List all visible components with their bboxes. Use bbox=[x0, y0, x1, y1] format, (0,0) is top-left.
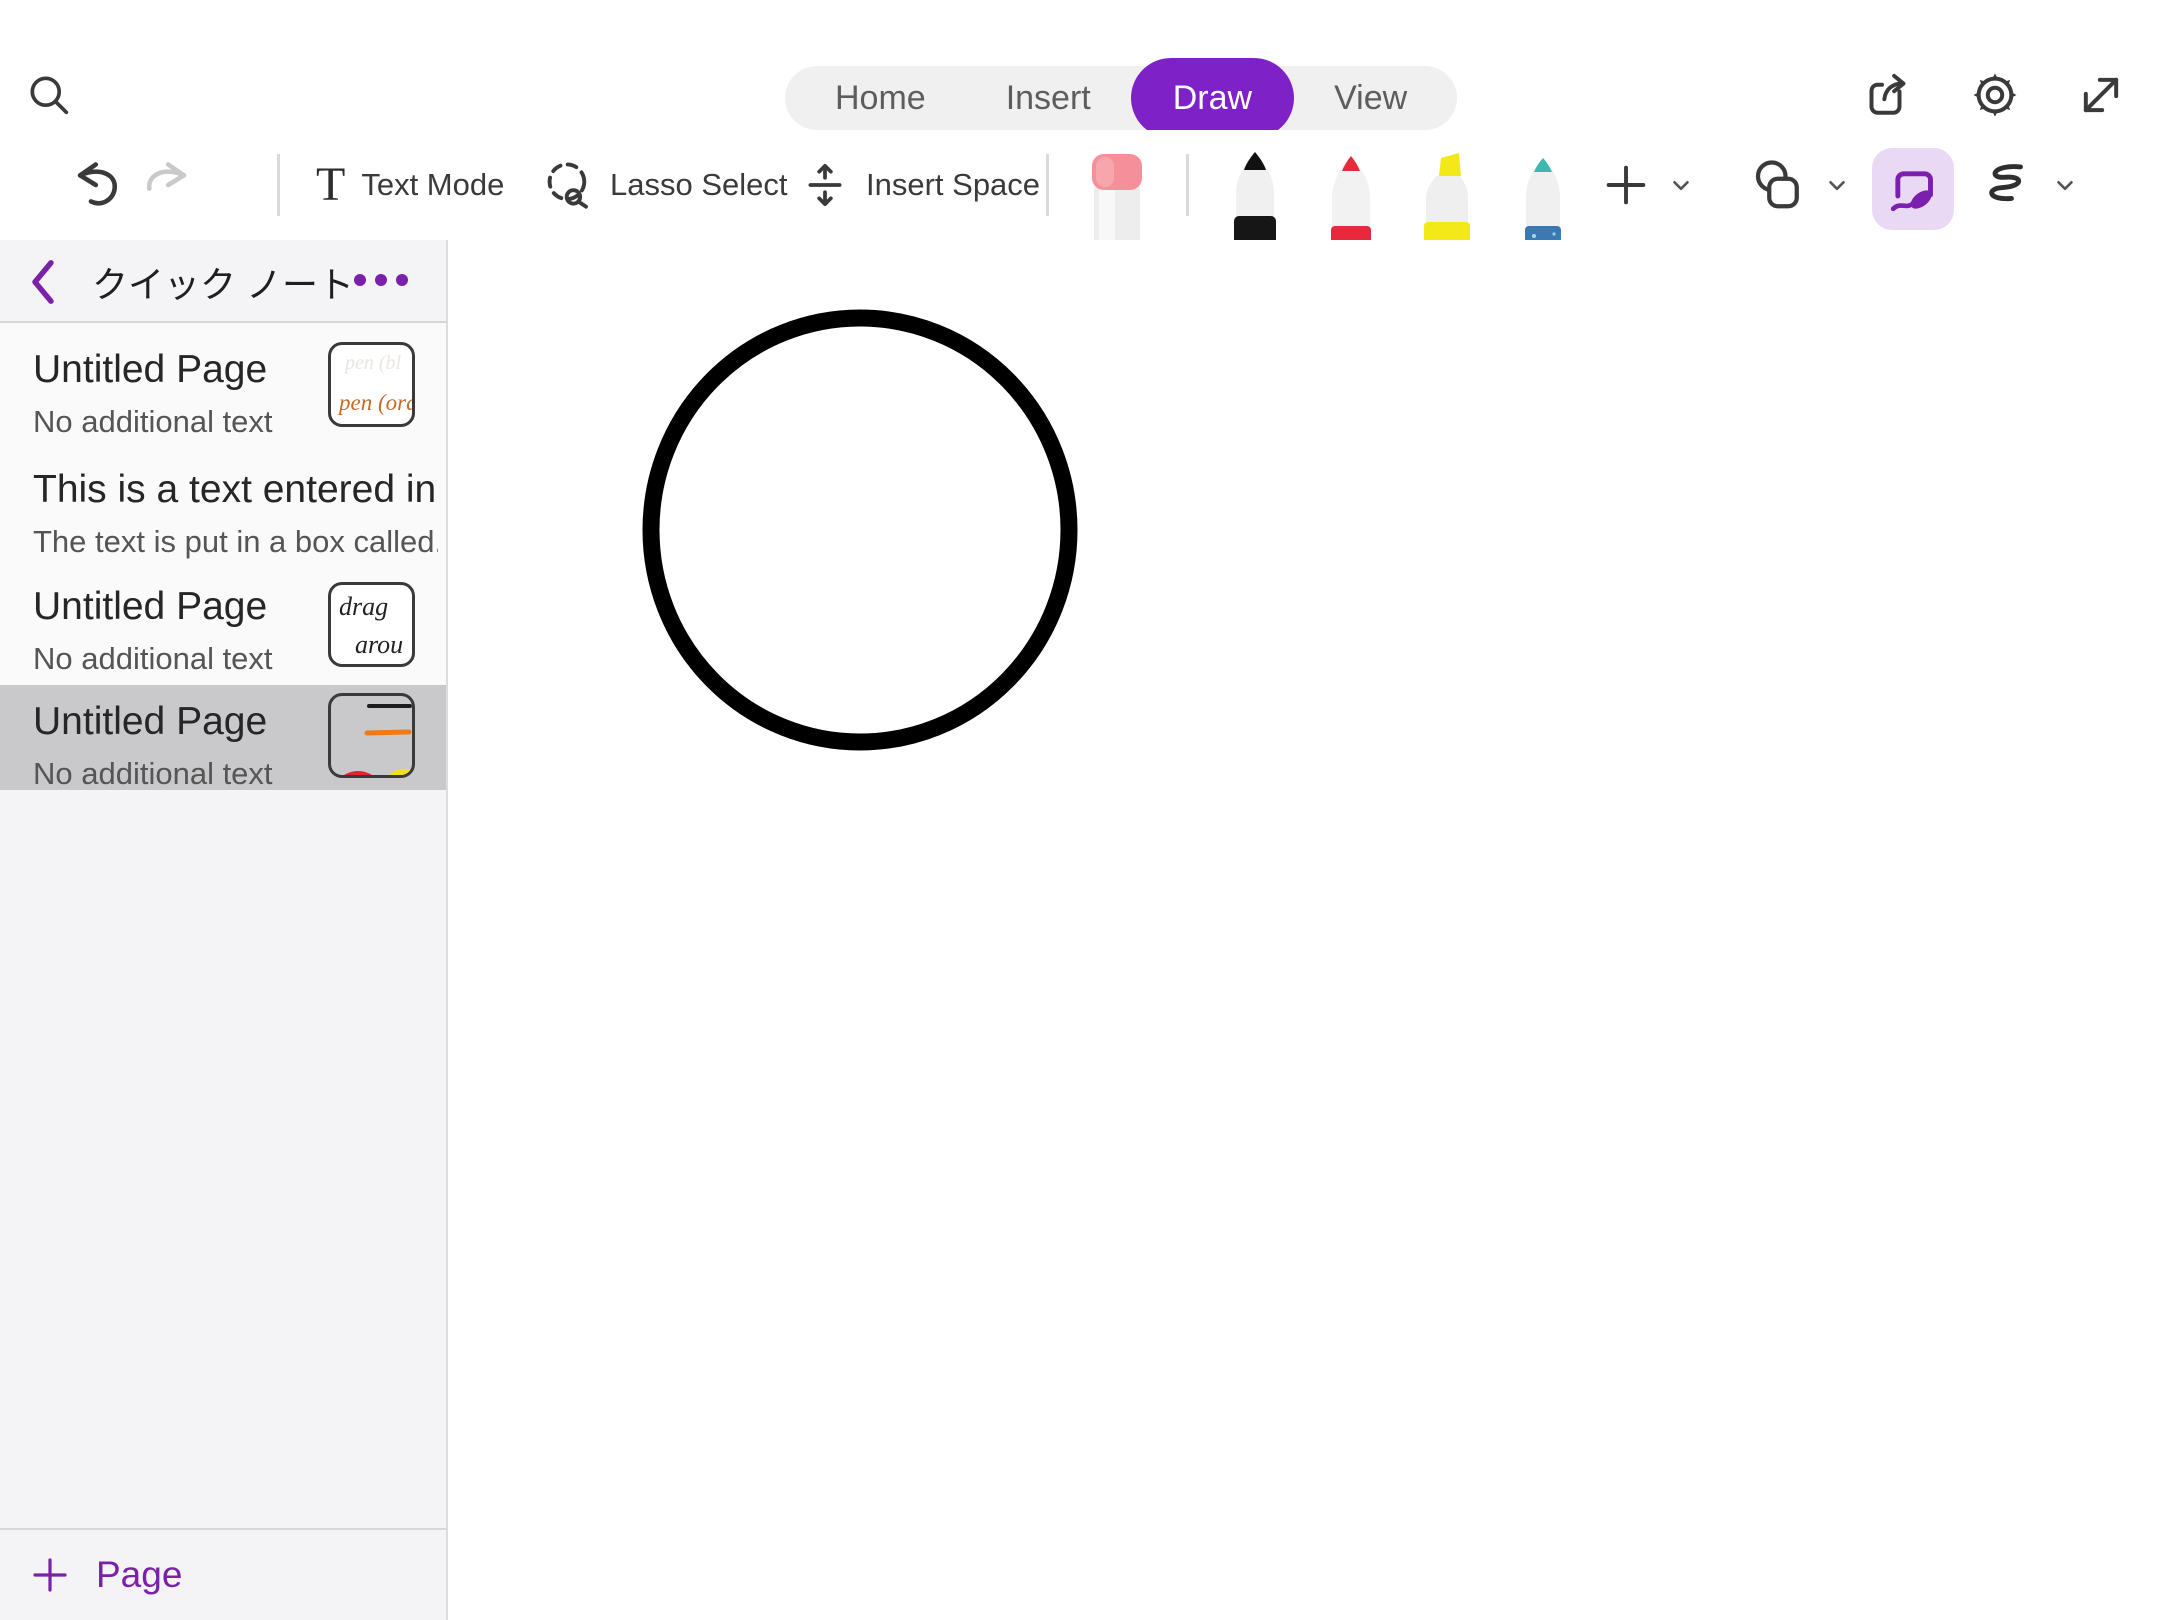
tab-view[interactable]: View bbox=[1294, 66, 1447, 130]
shapes-button[interactable] bbox=[1748, 130, 1850, 240]
toolbar-divider bbox=[1046, 154, 1049, 216]
lasso-label: Lasso Select bbox=[610, 167, 788, 203]
scribble-button[interactable] bbox=[1974, 130, 2078, 240]
draw-toolbar: T Text Mode Lasso Select Insert Space bbox=[0, 130, 2160, 240]
black-pen-tool[interactable] bbox=[1222, 150, 1288, 240]
chevron-down-icon bbox=[2052, 172, 2078, 198]
page-list-item[interactable]: Untitled Page No additional text pen (bl… bbox=[0, 323, 446, 445]
sidebar-header: クイック ノート bbox=[0, 240, 446, 323]
lasso-icon bbox=[542, 159, 594, 211]
red-pen-tool[interactable] bbox=[1318, 150, 1384, 240]
chevron-down-icon bbox=[1824, 172, 1850, 198]
tab-home[interactable]: Home bbox=[795, 66, 966, 130]
tab-draw[interactable]: Draw bbox=[1131, 58, 1294, 138]
ink-to-shape-icon bbox=[1885, 161, 1941, 217]
thumbnail-sketch bbox=[331, 696, 412, 775]
page-list: Untitled Page No additional text pen (bl… bbox=[0, 323, 446, 790]
main-area: クイック ノート Untitled Page No additional tex… bbox=[0, 240, 2160, 1620]
page-subtitle: The text is put in a box called... bbox=[33, 524, 438, 560]
settings-button[interactable] bbox=[1962, 62, 2028, 128]
add-page-button[interactable]: Page bbox=[0, 1528, 446, 1620]
expand-icon bbox=[2073, 67, 2129, 123]
ribbon-tab-bar: Home Insert Draw View bbox=[785, 66, 1457, 130]
top-bar: Home Insert Draw View bbox=[0, 0, 2160, 130]
lasso-select-button[interactable]: Lasso Select bbox=[542, 130, 788, 240]
share-button[interactable] bbox=[1856, 62, 1922, 128]
text-mode-icon: T bbox=[316, 161, 345, 209]
page-title: This is a text entered in... bbox=[33, 468, 438, 512]
page-list-item-selected[interactable]: Untitled Page No additional text bbox=[0, 685, 446, 790]
canvas-ink-layer bbox=[448, 240, 2158, 1620]
toolbar-divider bbox=[277, 154, 280, 216]
plus-icon bbox=[1600, 159, 1652, 211]
share-icon bbox=[1861, 67, 1917, 123]
redo-button[interactable] bbox=[138, 130, 196, 240]
page-list-item[interactable]: Untitled Page No additional text drag ar… bbox=[0, 563, 446, 685]
app-window: Home Insert Draw View bbox=[0, 0, 2160, 1620]
text-mode-button[interactable]: T Text Mode bbox=[316, 130, 504, 240]
insert-space-button[interactable]: Insert Space bbox=[800, 130, 1040, 240]
search-icon bbox=[23, 69, 75, 121]
redo-icon bbox=[138, 156, 196, 214]
teal-pen-tool[interactable] bbox=[1510, 150, 1576, 240]
page-thumbnail bbox=[328, 693, 415, 778]
drawn-circle[interactable] bbox=[651, 318, 1069, 742]
chevron-down-icon bbox=[1668, 172, 1694, 198]
search-button[interactable] bbox=[20, 66, 78, 124]
page-list-item[interactable]: This is a text entered in... The text is… bbox=[0, 445, 446, 563]
insert-space-icon bbox=[800, 160, 850, 210]
undo-icon bbox=[68, 156, 126, 214]
yellow-highlighter-tool[interactable] bbox=[1414, 150, 1480, 240]
fullscreen-button[interactable] bbox=[2068, 62, 2134, 128]
drawing-canvas[interactable] bbox=[448, 240, 2160, 1620]
shapes-icon bbox=[1748, 155, 1808, 215]
scribble-icon bbox=[1974, 154, 2036, 216]
undo-button[interactable] bbox=[68, 130, 126, 240]
more-options-button[interactable] bbox=[354, 274, 408, 286]
gear-icon bbox=[1967, 67, 2023, 123]
eraser-tool[interactable] bbox=[1084, 150, 1150, 240]
toolbar-divider bbox=[1186, 154, 1189, 216]
tab-insert[interactable]: Insert bbox=[966, 66, 1131, 130]
page-list-sidebar: クイック ノート Untitled Page No additional tex… bbox=[0, 240, 448, 1620]
text-mode-label: Text Mode bbox=[361, 167, 504, 203]
add-pen-button[interactable] bbox=[1600, 130, 1694, 240]
plus-icon bbox=[30, 1555, 70, 1595]
top-actions bbox=[1856, 62, 2134, 128]
page-thumbnail: pen (bl pen (ora bbox=[328, 342, 415, 427]
insert-space-label: Insert Space bbox=[866, 167, 1040, 203]
add-page-label: Page bbox=[96, 1554, 182, 1596]
page-thumbnail: drag arou bbox=[328, 582, 415, 667]
ink-to-shape-button[interactable] bbox=[1872, 148, 1954, 230]
